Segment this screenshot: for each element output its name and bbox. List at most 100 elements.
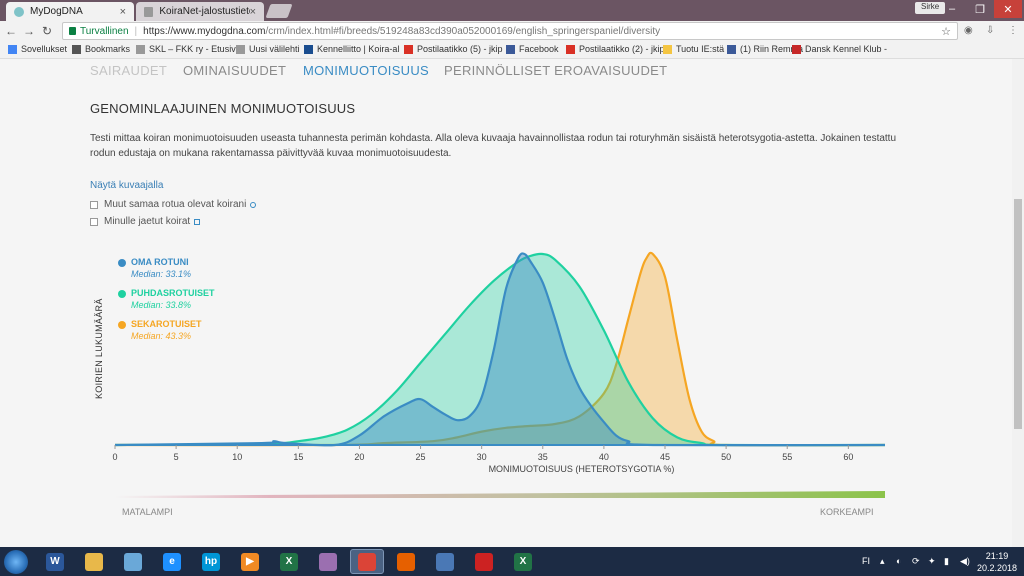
bookmark-item[interactable]: Sovellukset <box>8 44 67 54</box>
x-tick-label: 55 <box>782 452 792 462</box>
gmail-icon <box>792 44 801 54</box>
firefox-icon <box>397 552 415 571</box>
lock-icon <box>69 27 76 35</box>
bookmark-item[interactable]: Postilaatikko (5) - jkip <box>404 44 503 54</box>
legend-median: Median: 43.3% <box>131 331 192 341</box>
scrollbar-thumb[interactable] <box>1014 199 1022 429</box>
paint-icon <box>124 552 142 571</box>
taskbar-app-excel[interactable]: X <box>272 549 306 574</box>
tab-koiranet[interactable]: KoiraNet-jalostustietojär... × <box>136 2 264 21</box>
back-arrow-icon[interactable]: ← <box>4 24 18 38</box>
x-tick-label: 0 <box>112 452 117 462</box>
taskbar-app-chrome[interactable] <box>350 549 384 574</box>
url-domain: https://www.mydogdna.com <box>143 25 266 37</box>
url-path: /crm/index.html#fi/breeds/519248a83cd390… <box>265 25 661 37</box>
address-bar[interactable]: Turvallinen | https://www.mydogdna.com/c… <box>62 22 958 40</box>
x-tick-label: 10 <box>232 452 242 462</box>
language-indicator[interactable]: FI <box>862 556 870 566</box>
legend-median: Median: 33.1% <box>131 269 192 279</box>
tab-title: KoiraNet-jalostustietojär... <box>159 6 249 17</box>
dropbox-icon[interactable]: ✦ <box>928 556 936 567</box>
x-tick-label: 45 <box>660 452 670 462</box>
tray-expand-icon[interactable]: ▴ <box>880 556 885 567</box>
page-favicon-icon <box>144 6 154 17</box>
media-icon: ▶ <box>241 552 259 571</box>
explorer-icon <box>85 552 103 571</box>
chrome-icon <box>358 552 376 571</box>
x-tick-label: 40 <box>599 452 609 462</box>
taskbar-app-ie[interactable]: e <box>155 549 189 574</box>
bookmark-star-icon[interactable]: ☆ <box>941 25 951 38</box>
taskbar-app-window[interactable] <box>428 549 462 574</box>
page-icon <box>236 44 245 54</box>
legend-dot-icon <box>118 321 126 329</box>
window-icon <box>436 552 454 571</box>
facebook-icon <box>506 44 515 54</box>
taskbar-app-hp[interactable]: hp <box>194 549 228 574</box>
legend-name: SEKAROTUISET <box>131 319 202 329</box>
taskbar-app-app[interactable] <box>311 549 345 574</box>
x-tick-label: 50 <box>721 452 731 462</box>
facebook-icon <box>727 44 736 54</box>
page-icon <box>136 44 145 54</box>
legend-dot-icon <box>118 259 126 267</box>
forward-arrow-icon[interactable]: → <box>22 24 36 38</box>
bookmark-item[interactable]: SKL – FKK ry - Etusivu <box>136 44 241 54</box>
star-icon <box>72 44 81 54</box>
close-tab-icon[interactable]: × <box>250 6 256 18</box>
sync-icon[interactable]: ⟳ <box>912 556 920 567</box>
browser-toolbar: ← → ↻ Turvallinen | https://www.mydogdna… <box>0 21 1024 41</box>
reload-icon[interactable]: ↻ <box>40 24 54 38</box>
system-clock[interactable]: 21:19 20.2.2018 <box>977 550 1017 574</box>
bookmarks-bar: Sovellukset Bookmarks SKL – FKK ry - Etusi… <box>0 41 1024 59</box>
taskbar-app-paint[interactable] <box>116 549 150 574</box>
x-tick-label: 5 <box>174 452 179 462</box>
power-icon[interactable]: ▮ <box>944 556 949 567</box>
bookmark-item[interactable]: Facebook <box>506 44 559 54</box>
bookmark-item[interactable]: Uusi välilehti <box>236 44 300 54</box>
taskbar-app-explorer[interactable] <box>77 549 111 574</box>
bookmark-item[interactable]: Dansk Kennel Klub - <box>792 44 887 54</box>
bookmark-item[interactable]: Postilaatikko (2) - jkip <box>566 44 665 54</box>
legend-name: OMA ROTUNI <box>131 257 189 267</box>
clock-time: 21:19 <box>985 551 1009 561</box>
gmail-icon <box>404 44 413 54</box>
extension-icon[interactable]: ⇩ <box>986 25 994 36</box>
new-tab-button[interactable] <box>265 4 293 18</box>
close-tab-icon[interactable]: × <box>120 6 126 18</box>
maximize-icon[interactable]: ❐ <box>966 0 994 18</box>
page-scrollbar[interactable] <box>1012 59 1024 547</box>
minimize-icon[interactable]: – <box>938 0 966 18</box>
x-tick-label: 30 <box>477 452 487 462</box>
legend-dot-icon <box>118 290 126 298</box>
tab-mydogdna[interactable]: MyDogDNA × <box>6 2 134 21</box>
app-icon <box>319 552 337 571</box>
tab-title: MyDogDNA <box>30 6 83 17</box>
windows-start-button[interactable] <box>4 550 28 574</box>
x-tick-label: 20 <box>354 452 364 462</box>
taskbar-app-award[interactable] <box>467 549 501 574</box>
network-icon[interactable]: ◐ <box>896 556 901 566</box>
taskbar-app-word[interactable]: W <box>38 549 72 574</box>
volume-icon[interactable]: ◀) <box>960 556 970 567</box>
close-window-icon[interactable]: ✕ <box>994 0 1022 18</box>
windows-taskbar: FI ▴ ◐ ⟳ ✦ ▮ ◀) 21:19 20.2.2018 We hp ▶ X X <box>0 547 1024 576</box>
apps-icon <box>8 44 17 54</box>
taskbar-app-excel2[interactable]: X <box>506 549 540 574</box>
bookmark-label: Postilaatikko (2) - jkip <box>579 44 665 54</box>
bookmark-label: Bookmarks <box>85 44 131 54</box>
secure-label: Turvallinen <box>80 25 129 37</box>
bookmark-label: Tuotu IE:stä <box>676 44 725 54</box>
diversity-gradient-bar <box>115 491 885 498</box>
bookmark-label: Sovellukset <box>21 44 68 54</box>
taskbar-app-media[interactable]: ▶ <box>233 549 267 574</box>
x-tick-label: 60 <box>843 452 853 462</box>
bookmark-label: Kennelliitto | Koira-al <box>317 44 400 54</box>
bookmark-item[interactable]: Kennelliitto | Koira-al <box>304 44 399 54</box>
menu-icon[interactable]: ⋮ <box>1008 25 1018 36</box>
legend-name: PUHDASROTUISET <box>131 288 215 298</box>
bookmark-item[interactable]: Tuotu IE:stä <box>663 44 724 54</box>
extension-icon[interactable]: ◉ <box>964 25 973 36</box>
taskbar-app-firefox[interactable] <box>389 549 423 574</box>
bookmark-item[interactable]: Bookmarks <box>72 44 130 54</box>
